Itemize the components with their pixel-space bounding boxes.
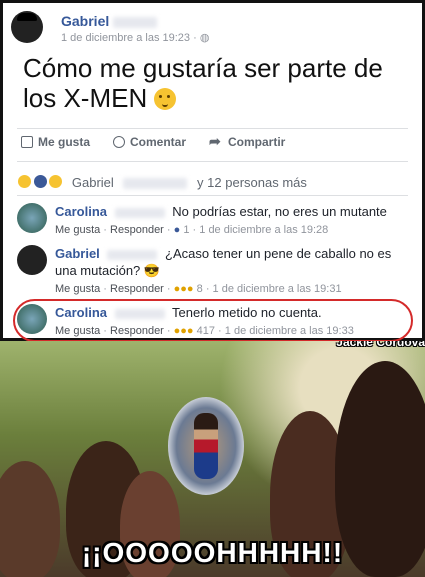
comment-icon	[113, 136, 125, 148]
haha-reaction-icon	[17, 174, 32, 189]
divider	[17, 161, 408, 162]
commenter-avatar[interactable]	[17, 245, 47, 275]
share-icon	[209, 133, 223, 150]
author-avatar[interactable]	[11, 11, 43, 43]
meme-image: Jackie Cordova ¡¡OOOOOHHHHH!!	[0, 341, 425, 577]
comment-button[interactable]: Comentar	[113, 135, 186, 149]
comment-reply-link[interactable]: Responder	[110, 283, 164, 295]
comment-like-link[interactable]: Me gusta	[55, 224, 100, 236]
wonder-woman-inset	[168, 397, 244, 495]
divider	[17, 195, 408, 196]
like-reaction-icon	[32, 174, 48, 189]
comment-text: ¿Acaso tener un pene de caballo no es un…	[55, 246, 392, 278]
comment-text: No podrías estar, no eres un mutante	[172, 204, 387, 219]
thumbs-up-icon	[21, 136, 33, 148]
comment-reply-link[interactable]: Responder	[110, 224, 164, 236]
globe-icon: ◍	[199, 32, 210, 44]
meme-caption: ¡¡OOOOOHHHHH!!	[81, 537, 344, 568]
red-circle-annotation	[13, 299, 413, 342]
comment-like-link[interactable]: Me gusta	[55, 283, 100, 295]
like-count-icon: ●	[173, 224, 181, 236]
comment-meta: Me gusta · Responder · ● 1 · 1 de diciem…	[55, 224, 329, 236]
post-author[interactable]: Gabriel	[61, 13, 158, 29]
watermark: Jackie Cordova	[336, 341, 425, 349]
smiley-emoji-icon	[154, 88, 177, 110]
sunglasses-emoji-icon: 😎	[143, 263, 161, 278]
wow-reaction-icon	[48, 174, 64, 189]
reactions-summary[interactable]: Gabriel y 12 personas más	[17, 174, 307, 190]
like-button[interactable]: Me gusta	[21, 135, 90, 149]
share-button[interactable]: Compartir	[209, 133, 285, 150]
post-timestamp[interactable]: 1 de diciembre a las 19:23 · ◍	[61, 31, 209, 44]
commenter-avatar[interactable]	[17, 203, 47, 233]
facebook-post: Gabriel 1 de diciembre a las 19:23 · ◍ C…	[0, 0, 425, 342]
commenter-name[interactable]: Gabriel	[55, 246, 100, 261]
comment-meta: Me gusta · Responder · ●●● 8 · 1 de dici…	[55, 283, 342, 295]
post-text: Cómo me gustaría ser parte de los X-MEN	[23, 53, 383, 113]
reaction-icons: ●●●	[173, 283, 194, 295]
divider	[17, 128, 408, 129]
commenter-name[interactable]: Carolina	[55, 204, 107, 219]
